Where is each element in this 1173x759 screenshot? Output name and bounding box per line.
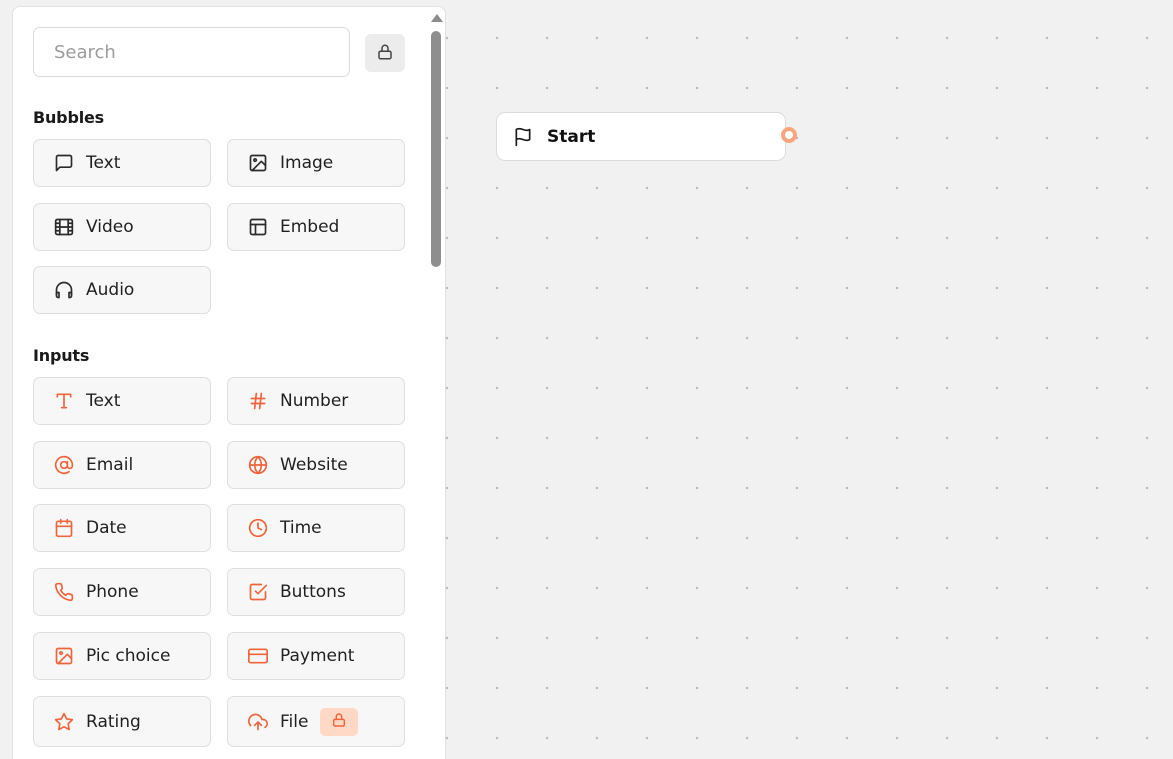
- block-label: File: [280, 711, 309, 732]
- section-title-inputs: Inputs: [33, 346, 90, 365]
- block-label: Buttons: [280, 582, 346, 602]
- block-bubble-text[interactable]: Text: [33, 139, 211, 187]
- block-bubble-audio[interactable]: Audio: [33, 266, 211, 314]
- chat-bubble-icon: [54, 153, 74, 173]
- blocks-sidebar: Bubbles Text Image Video Embed Audio Inp…: [12, 6, 446, 759]
- block-label: Text: [86, 391, 121, 411]
- block-label: Image: [280, 153, 334, 173]
- lock-icon: [376, 43, 394, 64]
- start-node-label: Start: [547, 126, 596, 147]
- lock-sidebar-button[interactable]: [365, 34, 405, 72]
- block-input-payment[interactable]: Payment: [227, 632, 405, 680]
- film-icon: [54, 217, 74, 237]
- search-row: [33, 27, 405, 77]
- start-node-output-handle[interactable]: [781, 127, 797, 143]
- block-label: Date: [86, 518, 127, 538]
- block-input-website[interactable]: Website: [227, 441, 405, 489]
- block-input-text[interactable]: Text: [33, 377, 211, 425]
- image-icon: [54, 646, 74, 666]
- upload-cloud-icon: [248, 712, 268, 732]
- star-icon: [54, 712, 74, 732]
- layout-icon: [248, 217, 268, 237]
- scroll-up-arrow[interactable]: [431, 14, 443, 22]
- block-input-buttons[interactable]: Buttons: [227, 568, 405, 616]
- block-label: Time: [280, 518, 322, 538]
- block-input-email[interactable]: Email: [33, 441, 211, 489]
- at-sign-icon: [54, 455, 74, 475]
- block-label: Video: [86, 217, 134, 237]
- start-node[interactable]: Start: [496, 112, 786, 161]
- pro-lock-badge: [320, 707, 359, 736]
- block-label: Rating: [86, 711, 141, 732]
- clock-icon: [248, 518, 268, 538]
- headphones-icon: [54, 280, 74, 300]
- block-label: Phone: [86, 582, 139, 602]
- hash-icon: [248, 391, 268, 411]
- sidebar-scrollbar-thumb[interactable]: [431, 31, 441, 267]
- block-label: Email: [86, 455, 134, 475]
- block-label: Text: [86, 153, 121, 173]
- block-input-number[interactable]: Number: [227, 377, 405, 425]
- flag-icon: [513, 127, 533, 147]
- block-input-phone[interactable]: Phone: [33, 568, 211, 616]
- block-input-pic-choice[interactable]: Pic choice: [33, 632, 211, 680]
- calendar-icon: [54, 518, 74, 538]
- block-bubble-image[interactable]: Image: [227, 139, 405, 187]
- credit-card-icon: [248, 646, 268, 666]
- check-square-icon: [248, 582, 268, 602]
- lock-icon: [331, 712, 347, 732]
- block-label: Embed: [280, 217, 340, 237]
- block-input-time[interactable]: Time: [227, 504, 405, 552]
- block-label: Audio: [86, 280, 135, 300]
- search-input[interactable]: [33, 27, 350, 77]
- block-label: Number: [280, 391, 349, 411]
- globe-icon: [248, 455, 268, 475]
- block-bubble-embed[interactable]: Embed: [227, 203, 405, 251]
- block-input-date[interactable]: Date: [33, 504, 211, 552]
- phone-icon: [54, 582, 74, 602]
- type-icon: [54, 391, 74, 411]
- block-bubble-video[interactable]: Video: [33, 203, 211, 251]
- block-label: Payment: [280, 646, 355, 666]
- section-title-bubbles: Bubbles: [33, 108, 104, 127]
- block-input-file[interactable]: File: [227, 696, 405, 747]
- block-input-rating[interactable]: Rating: [33, 696, 211, 747]
- image-icon: [248, 153, 268, 173]
- block-label: Website: [280, 455, 348, 475]
- block-label: Pic choice: [86, 646, 171, 666]
